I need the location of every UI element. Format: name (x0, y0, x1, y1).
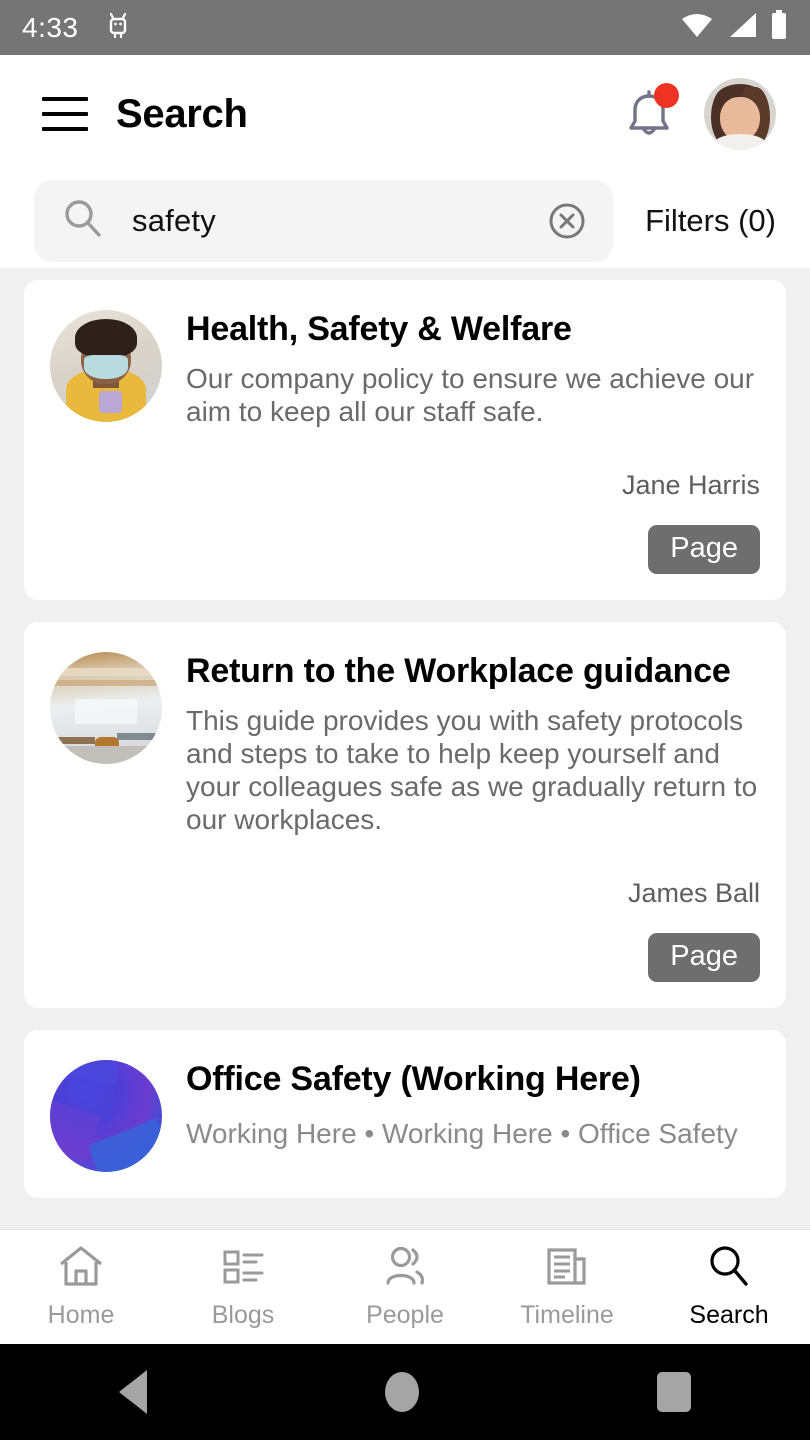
breadcrumb: Working Here • Working Here • Office Saf… (186, 1118, 738, 1150)
result-title: Office Safety (Working Here) (186, 1060, 641, 1099)
status-bar-clock: 4:33 (22, 11, 79, 43)
search-row: safety Filters (0) (0, 173, 810, 268)
hamburger-menu-icon[interactable] (42, 97, 88, 131)
recents-square-icon[interactable] (657, 1372, 691, 1412)
home-circle-icon[interactable] (385, 1372, 419, 1412)
nav-item-blogs[interactable]: Blogs (162, 1244, 324, 1330)
page-title: Search (116, 91, 248, 136)
filters-button[interactable]: Filters (0) (645, 203, 776, 239)
result-title: Return to the Workplace guidance (186, 652, 731, 691)
app-bar: Search (0, 55, 810, 173)
search-results-list[interactable]: Health, Safety & Welfare Our company pol… (0, 268, 810, 1229)
bottom-navigation: Home Blogs People Timeline Search (0, 1229, 810, 1344)
nav-item-search[interactable]: Search (648, 1244, 810, 1330)
result-title: Health, Safety & Welfare (186, 310, 572, 348)
result-description: This guide provides you with safety prot… (186, 705, 758, 836)
newspaper-icon (543, 1244, 591, 1293)
result-badge-row: Page (186, 933, 760, 983)
search-icon (62, 197, 104, 244)
android-system-navigation (0, 1344, 810, 1440)
result-thumbnail (50, 1060, 162, 1173)
home-icon (57, 1244, 105, 1293)
status-bar-left-icons (105, 10, 131, 45)
search-result-card[interactable]: Office Safety (Working Here) Working Her… (24, 1030, 786, 1199)
nav-label-blogs: Blogs (211, 1301, 275, 1329)
status-bar-right-icons (680, 10, 788, 45)
nav-label-people: People (366, 1301, 444, 1329)
nav-item-timeline[interactable]: Timeline (486, 1244, 648, 1330)
status-badge: Page (648, 933, 760, 983)
phone-screen: 4:33 Search safety Filters (0) Health, S… (0, 0, 810, 1440)
result-author: James Ball (627, 878, 760, 909)
search-result-card[interactable]: Return to the Workplace guidance This gu… (24, 622, 786, 1009)
battery-icon (770, 10, 788, 45)
android-debug-icon (105, 10, 131, 45)
back-triangle-icon[interactable] (119, 1370, 147, 1414)
nav-label-timeline: Timeline (520, 1301, 614, 1329)
cellular-signal-icon (726, 11, 758, 44)
wifi-icon (680, 11, 714, 44)
nav-item-home[interactable]: Home (0, 1244, 162, 1330)
result-badge-row: Page (186, 525, 760, 575)
nav-item-people[interactable]: People (324, 1244, 486, 1330)
result-thumbnail (50, 310, 162, 422)
search-icon (705, 1244, 753, 1293)
result-description: Our company policy to ensure we achieve … (186, 363, 755, 428)
status-bar: 4:33 (0, 0, 810, 55)
notifications-button[interactable] (620, 83, 679, 145)
search-result-card[interactable]: Health, Safety & Welfare Our company pol… (24, 280, 786, 601)
search-input[interactable]: safety (34, 179, 614, 262)
result-author: Jane Harris (621, 470, 760, 501)
status-badge: Page (648, 525, 760, 575)
result-thumbnail (50, 652, 162, 765)
list-icon (219, 1244, 267, 1293)
nav-label-search: Search (689, 1301, 769, 1329)
avatar[interactable] (704, 78, 776, 150)
nav-label-home: Home (47, 1301, 115, 1329)
search-input-value[interactable]: safety (132, 203, 547, 239)
people-icon (381, 1244, 429, 1293)
clear-icon[interactable] (547, 201, 587, 241)
notification-badge (654, 83, 679, 108)
